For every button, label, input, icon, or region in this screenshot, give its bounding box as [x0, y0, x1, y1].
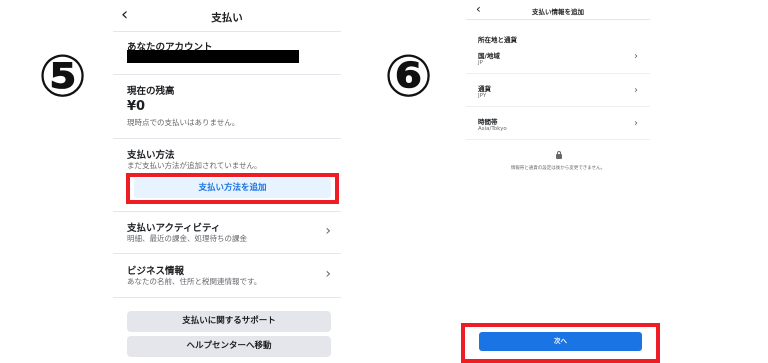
payment-method-label: 支払い方法: [127, 150, 175, 161]
top-bar: ‹ 支払い: [113, 0, 341, 32]
divider: [113, 74, 341, 75]
country-value: JP: [478, 60, 483, 66]
currency-value: JPY: [478, 93, 487, 99]
top-bar: ‹ 支払い情報を追加: [466, 0, 650, 20]
add-payment-method-button[interactable]: 支払い方法を追加: [134, 178, 331, 198]
divider: [113, 138, 341, 139]
timezone-value: Asia/Tokyo: [478, 126, 507, 132]
help-center-button[interactable]: ヘルプセンターへ移動: [127, 336, 331, 357]
redacted-account-name: [127, 50, 299, 63]
country-label: 国/地域: [478, 52, 500, 60]
step-number-6: ⑥: [384, 42, 434, 110]
next-button[interactable]: 次へ: [479, 332, 642, 351]
chevron-right-icon[interactable]: ›: [634, 51, 638, 62]
chevron-right-icon[interactable]: ›: [634, 85, 638, 96]
lock-note: 情報帯と通貨の設定は後から変更できません。: [510, 166, 606, 171]
divider: [113, 297, 341, 298]
divider: [466, 73, 650, 74]
divider: [466, 106, 650, 107]
balance-amount: ¥0: [127, 99, 146, 114]
section-title: 所在地と通貨: [478, 36, 517, 44]
step-number-5: ⑤: [38, 42, 88, 110]
business-info-label: ビジネス情報: [127, 266, 185, 277]
chevron-right-icon[interactable]: ›: [325, 266, 331, 282]
divider: [113, 253, 341, 254]
business-info-note: あなたの名前、住所と税関連情報です。: [127, 277, 262, 286]
activity-label: 支払いアクティビティ: [127, 223, 221, 234]
payment-support-button[interactable]: 支払いに関するサポート: [127, 311, 331, 332]
payment-method-note: まだ支払い方法が追加されていません。: [127, 161, 262, 170]
balance-note: 現時点での支払いはありません。: [127, 118, 240, 127]
balance-label: 現在の残高: [127, 86, 175, 97]
currency-label: 通貨: [478, 85, 491, 93]
lock-icon: [556, 151, 562, 159]
activity-note: 明細、最近の課金、処理待ちの課金: [127, 234, 247, 243]
chevron-right-icon[interactable]: ›: [634, 118, 638, 129]
page-title: 支払い情報を追加: [532, 8, 584, 16]
page-title: 支払い: [211, 12, 243, 24]
timezone-label: 時間帯: [478, 118, 498, 126]
add-payment-info-screen: ‹ 支払い情報を追加 所在地と通貨 国/地域 JP › 通貨 JPY › 時間帯…: [466, 0, 650, 363]
chevron-right-icon[interactable]: ›: [325, 223, 331, 239]
divider: [113, 211, 341, 212]
divider: [466, 139, 650, 140]
